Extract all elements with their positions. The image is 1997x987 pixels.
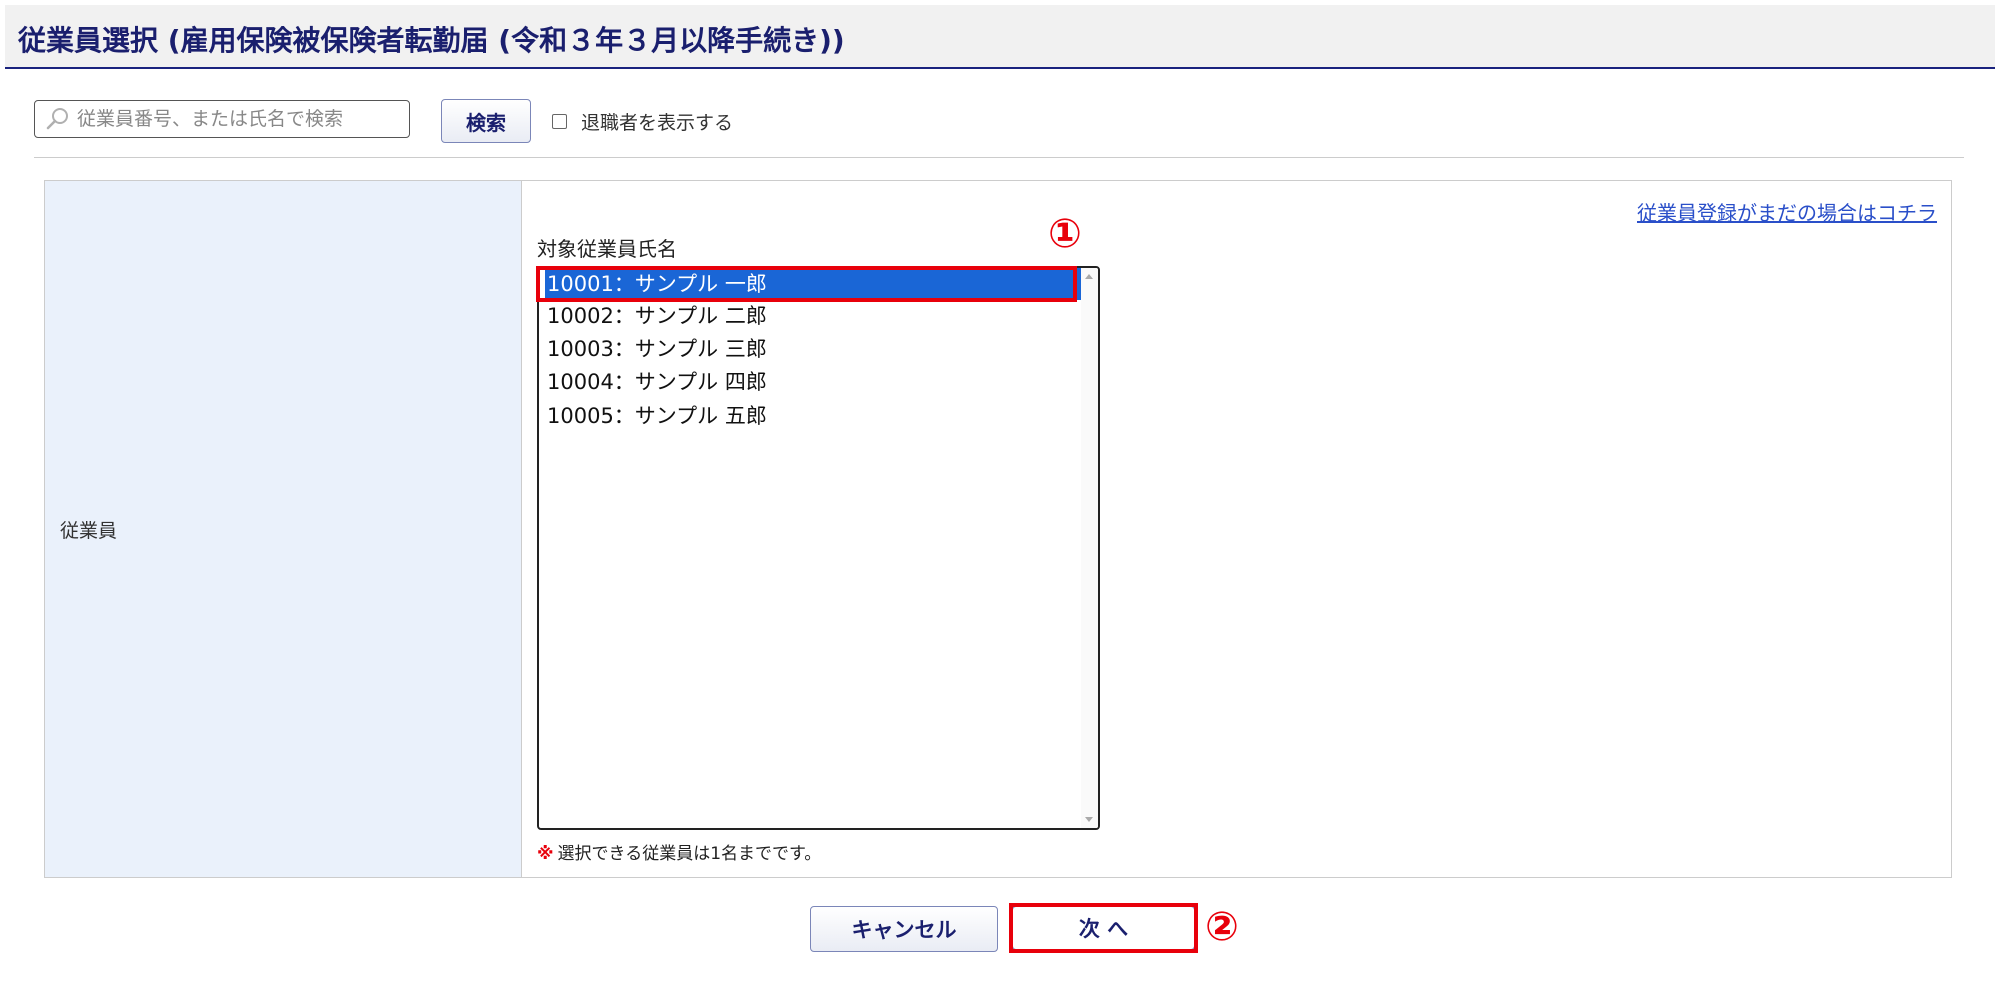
employee-option[interactable]: 10002：サンプル 二郎 <box>545 300 1083 332</box>
employee-row-label: 従業員 <box>45 181 522 877</box>
employee-option[interactable]: 10004：サンプル 四郎 <box>545 366 1083 398</box>
search-input[interactable] <box>77 108 397 130</box>
divider <box>34 157 1964 158</box>
employee-option[interactable]: 10005：サンプル 五郎 <box>545 400 1083 432</box>
search-button[interactable]: 検索 <box>441 99 531 143</box>
register-employee-link[interactable]: 従業員登録がまだの場合はコチラ <box>1637 197 1937 226</box>
employee-row-body: 従業員登録がまだの場合はコチラ 対象従業員氏名 10001：サンプル 一郎 10… <box>522 181 1951 877</box>
scroll-up-arrow-icon[interactable] <box>1085 274 1093 279</box>
annotation-marker-1: ① <box>1048 211 1082 257</box>
next-button[interactable]: 次 へ <box>1012 906 1195 950</box>
note-text: 選択できる従業員は1名までです。 <box>557 844 822 864</box>
cancel-button[interactable]: キャンセル <box>810 906 998 952</box>
annotation-marker-2: ② <box>1205 904 1239 950</box>
page: 従業員選択 (雇用保険被保険者転勤届 (令和３年３月以降手続き)) 検索 退職者… <box>0 0 1997 987</box>
selection-note: ※ 選択できる従業員は1名までです。 <box>537 839 821 864</box>
target-employee-label: 対象従業員氏名 <box>537 237 677 261</box>
employee-option[interactable]: 10001：サンプル 一郎 <box>545 268 1083 300</box>
listbox-scrollbar[interactable] <box>1081 268 1098 828</box>
show-retired-checkbox[interactable] <box>552 114 567 129</box>
page-header: 従業員選択 (雇用保険被保険者転勤届 (令和３年３月以降手続き)) <box>5 5 1995 69</box>
search-icon <box>46 108 68 130</box>
employee-option[interactable]: 10003：サンプル 三郎 <box>545 333 1083 365</box>
note-mark: ※ <box>537 844 554 864</box>
show-retired-toggle[interactable]: 退職者を表示する <box>552 108 733 135</box>
show-retired-label: 退職者を表示する <box>581 112 734 134</box>
employee-listbox[interactable]: 10001：サンプル 一郎 10002：サンプル 二郎 10003：サンプル 三… <box>537 266 1100 830</box>
employee-form-table: 従業員 従業員登録がまだの場合はコチラ 対象従業員氏名 10001：サンプル 一… <box>44 180 1952 878</box>
page-title: 従業員選択 (雇用保険被保険者転勤届 (令和３年３月以降手続き)) <box>18 24 845 57</box>
scroll-down-arrow-icon[interactable] <box>1085 817 1093 822</box>
search-input-wrapper[interactable] <box>34 100 410 138</box>
